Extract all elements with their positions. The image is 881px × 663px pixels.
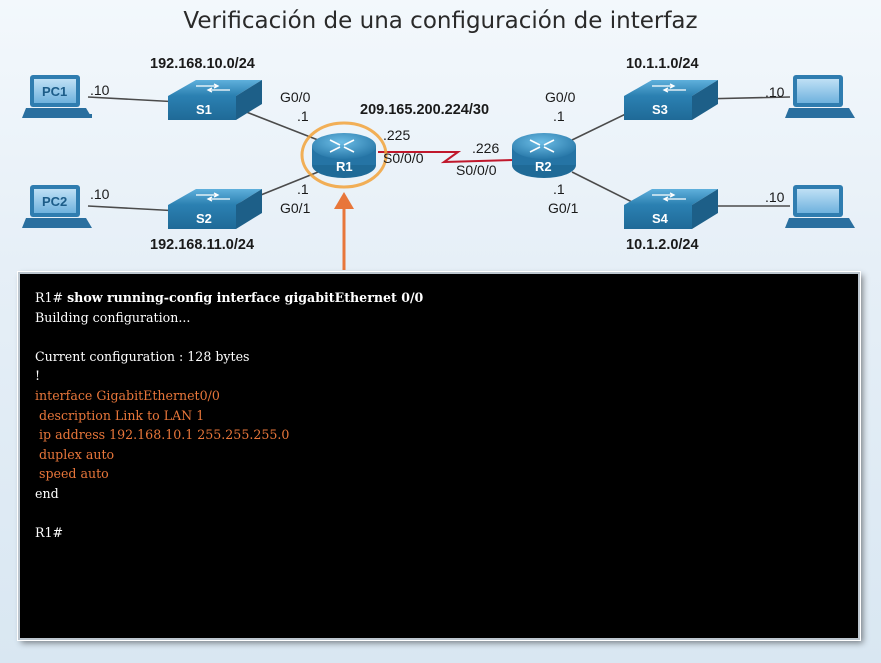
terminal-window: R1# show running-config interface gigabi…	[18, 272, 860, 640]
switch-s1-icon	[168, 80, 262, 120]
r1-g01-port: G0/1	[280, 200, 311, 216]
switch-s3-icon	[624, 80, 718, 120]
pc1-address: .10	[90, 82, 110, 98]
terminal-command: show running-config interface gigabitEth…	[67, 290, 424, 305]
r1-g00-address: .1	[297, 108, 309, 124]
link-r2-s4	[571, 171, 639, 206]
pc3-icon	[785, 75, 855, 118]
terminal-line-3	[35, 327, 858, 347]
switch-s2-label: S2	[196, 211, 212, 226]
network-label-lan3: 10.1.1.0/24	[626, 56, 699, 72]
pc4-icon	[785, 185, 855, 228]
terminal-line-4: Current configuration : 128 bytes	[35, 348, 250, 364]
switch-s1-label: S1	[196, 102, 212, 117]
pc2-address: .10	[90, 186, 110, 202]
switch-s4-label: S4	[652, 211, 669, 226]
terminal-line-12	[35, 504, 858, 524]
switch-s4-icon	[624, 189, 718, 229]
r1-s000-address: .225	[383, 127, 411, 143]
pointer-arrow-icon	[334, 192, 354, 270]
terminal-line-7: description Link to LAN 1	[35, 407, 205, 423]
network-label-wan: 209.165.200.224/30	[360, 102, 490, 118]
pc4-address: .10	[765, 189, 785, 205]
terminal-line-5: !	[35, 368, 41, 384]
terminal-line-10: speed auto	[35, 466, 109, 482]
r2-s000-address: .226	[472, 140, 500, 156]
r1-g00-port: G0/0	[280, 89, 311, 105]
r2-g00-port: G0/0	[545, 89, 576, 105]
terminal-output: R1# show running-config interface gigabi…	[20, 274, 858, 543]
terminal-prompt: R1#	[35, 290, 64, 305]
topology-diagram: PC1 PC2 S1 S2 S3 S4 R1 R2	[22, 75, 855, 270]
network-label-lan1: 192.168.10.0/24	[150, 56, 255, 72]
r2-g01-port: G0/1	[548, 200, 579, 216]
r2-g00-address: .1	[553, 108, 565, 124]
pc1-label: PC1	[42, 84, 67, 99]
terminal-line-9: duplex auto	[35, 446, 115, 462]
switch-s3-label: S3	[652, 102, 668, 117]
terminal-line-11: end	[35, 485, 59, 501]
r2-g01-address: .1	[553, 181, 565, 197]
network-label-lan4: 10.1.2.0/24	[626, 237, 699, 253]
terminal-line-13: R1#	[35, 525, 64, 541]
terminal-line-8: ip address 192.168.10.1 255.255.255.0	[35, 427, 290, 443]
switch-s2-icon	[168, 189, 262, 229]
r1-g01-address: .1	[297, 181, 309, 197]
r2-s000-port: S0/0/0	[456, 162, 497, 178]
terminal-line-6: interface GigabitEthernet0/0	[35, 387, 220, 403]
terminal-line-1: R1# show running-config interface gigabi…	[35, 288, 858, 308]
router-r1-label: R1	[336, 159, 353, 174]
network-label-lan2: 192.168.11.0/24	[150, 237, 255, 253]
link-pc2-s2	[87, 205, 181, 212]
pc2-label: PC2	[42, 194, 67, 209]
router-r2-label: R2	[535, 159, 552, 174]
pc3-address: .10	[765, 84, 785, 100]
r1-s000-port: S0/0/0	[383, 150, 424, 166]
terminal-line-2: Building configuration...	[35, 309, 191, 325]
router-r1-icon	[300, 121, 388, 189]
